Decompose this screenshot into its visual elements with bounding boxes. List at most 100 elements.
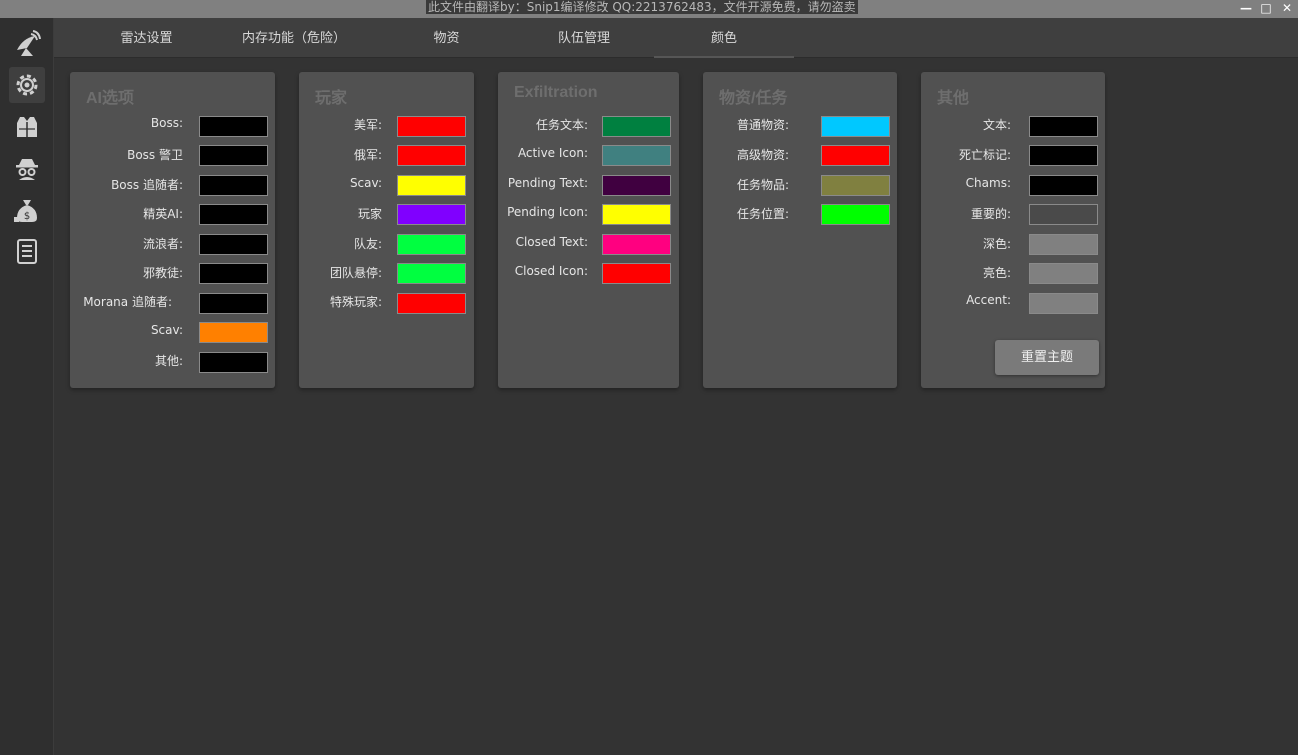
color-swatch[interactable]: [199, 175, 268, 196]
notes-icon: [17, 239, 37, 264]
color-label: Active Icon:: [517, 146, 588, 160]
color-swatch[interactable]: [199, 263, 268, 284]
sidebar-item-spy[interactable]: [9, 151, 45, 187]
panel-exfiltration: Exfiltration 任务文本: Active Icon: Pending …: [498, 72, 679, 388]
panel-title: 玩家: [315, 90, 348, 107]
color-label: Boss:: [150, 116, 183, 130]
color-swatch[interactable]: [602, 175, 671, 196]
color-label: 重要的:: [970, 207, 1011, 221]
tab-team-management[interactable]: 队伍管理: [524, 18, 644, 58]
color-swatch[interactable]: [199, 234, 268, 255]
color-swatch[interactable]: [397, 175, 466, 196]
sidebar-item-settings[interactable]: [9, 67, 45, 103]
color-label: Closed Text:: [515, 235, 588, 249]
color-swatch[interactable]: [1029, 116, 1098, 137]
sidebar: $: [0, 18, 54, 755]
color-swatch[interactable]: [602, 145, 671, 166]
panel-ai-options: AI选项 Boss: Boss 警卫 Boss 追随者: 精英AI: 流浪者: …: [70, 72, 275, 388]
reset-theme-button[interactable]: 重置主题: [995, 340, 1099, 375]
color-label: 任务物品:: [736, 178, 789, 192]
window-title: 此文件由翻译by：Snip1编译修改 QQ:2213762483，文件开源免费，…: [426, 0, 858, 14]
color-label: 其他:: [154, 354, 183, 368]
panel-title: 其他: [937, 90, 970, 107]
color-label: Boss 追随者:: [111, 178, 183, 192]
color-label: 流浪者:: [142, 237, 183, 251]
minimize-button[interactable]: —: [1238, 0, 1254, 16]
tab-radar-settings[interactable]: 雷达设置: [94, 18, 199, 58]
color-swatch[interactable]: [821, 116, 890, 137]
color-label: 死亡标记:: [958, 148, 1011, 162]
color-swatch[interactable]: [199, 145, 268, 166]
color-swatch[interactable]: [199, 352, 268, 373]
color-label: 亮色:: [982, 266, 1011, 280]
color-label: Boss 警卫: [127, 148, 183, 162]
color-swatch[interactable]: [1029, 204, 1098, 225]
color-swatch[interactable]: [397, 293, 466, 314]
color-swatch[interactable]: [602, 204, 671, 225]
maximize-button[interactable]: □: [1258, 0, 1274, 16]
color-label: 普通物资:: [736, 118, 789, 132]
color-swatch[interactable]: [397, 234, 466, 255]
color-swatch[interactable]: [199, 322, 268, 343]
color-label: 精英AI:: [143, 207, 183, 221]
color-label: 特殊玩家:: [329, 295, 382, 309]
color-label: Morana 追随者:: [83, 295, 172, 309]
sidebar-item-gear[interactable]: [9, 109, 45, 145]
tab-colors[interactable]: 颜色: [654, 18, 794, 58]
armor-vest-icon: [17, 117, 37, 137]
color-swatch[interactable]: [821, 175, 890, 196]
panel-title: AI选项: [86, 90, 135, 107]
color-label: 文本:: [982, 118, 1011, 132]
sidebar-item-loot[interactable]: $: [9, 192, 45, 228]
color-label: Scav:: [349, 176, 382, 190]
color-swatch[interactable]: [397, 116, 466, 137]
panel-title: Exfiltration: [514, 84, 598, 101]
color-label: 俄军:: [353, 148, 382, 162]
color-label: Closed Icon:: [514, 264, 588, 278]
money-bags-icon: $: [14, 200, 37, 222]
color-label: Chams:: [965, 176, 1011, 190]
color-label: 邪教徒:: [142, 266, 183, 280]
color-swatch[interactable]: [1029, 263, 1098, 284]
panel-title: 物资/任务: [719, 90, 788, 107]
color-swatch[interactable]: [199, 204, 268, 225]
color-swatch[interactable]: [199, 293, 268, 314]
color-swatch[interactable]: [602, 234, 671, 255]
color-swatch[interactable]: [1029, 145, 1098, 166]
color-swatch[interactable]: [397, 145, 466, 166]
panel-players: 玩家 美军: 俄军: Scav: 玩家 队友: 团队悬停: 特殊玩家:: [299, 72, 474, 388]
color-label: 高级物资:: [736, 148, 789, 162]
panel-loot-quest: 物资/任务 普通物资: 高级物资: 任务物品: 任务位置:: [703, 72, 897, 388]
color-swatch[interactable]: [1029, 293, 1098, 314]
tab-loot[interactable]: 物资: [404, 18, 489, 58]
color-swatch[interactable]: [1029, 234, 1098, 255]
color-label: Scav:: [150, 323, 183, 337]
panel-other: 其他 文本: 死亡标记: Chams: 重要的: 深色: 亮色: Accent:…: [921, 72, 1105, 388]
close-button[interactable]: ✕: [1279, 0, 1295, 16]
color-swatch[interactable]: [397, 263, 466, 284]
color-label: 队友:: [353, 237, 382, 251]
color-swatch[interactable]: [602, 116, 671, 137]
color-label: Pending Text:: [507, 176, 588, 190]
color-swatch[interactable]: [602, 263, 671, 284]
tab-memory-features[interactable]: 内存功能（危险）: [224, 18, 364, 58]
color-swatch[interactable]: [199, 116, 268, 137]
color-label: Pending Icon:: [507, 205, 588, 219]
tab-bar: 雷达设置 内存功能（危险） 物资 队伍管理 颜色: [54, 18, 1298, 58]
sidebar-item-notes[interactable]: [9, 233, 45, 269]
radar-dish-icon: [17, 30, 41, 56]
color-label: 任务文本:: [535, 118, 588, 132]
color-swatch[interactable]: [1029, 175, 1098, 196]
color-label: 任务位置:: [736, 207, 789, 221]
sidebar-item-radar[interactable]: [9, 26, 45, 62]
window-titlebar: 此文件由翻译by：Snip1编译修改 QQ:2213762483，文件开源免费，…: [0, 0, 1298, 18]
color-label: 美军:: [353, 118, 382, 132]
color-swatch[interactable]: [821, 204, 890, 225]
svg-text:$: $: [24, 211, 30, 222]
spy-icon: [16, 159, 38, 180]
color-label: Accent:: [966, 293, 1011, 307]
color-swatch[interactable]: [397, 204, 466, 225]
color-swatch[interactable]: [821, 145, 890, 166]
color-label: 团队悬停:: [329, 266, 382, 280]
color-label: 玩家: [357, 207, 382, 221]
